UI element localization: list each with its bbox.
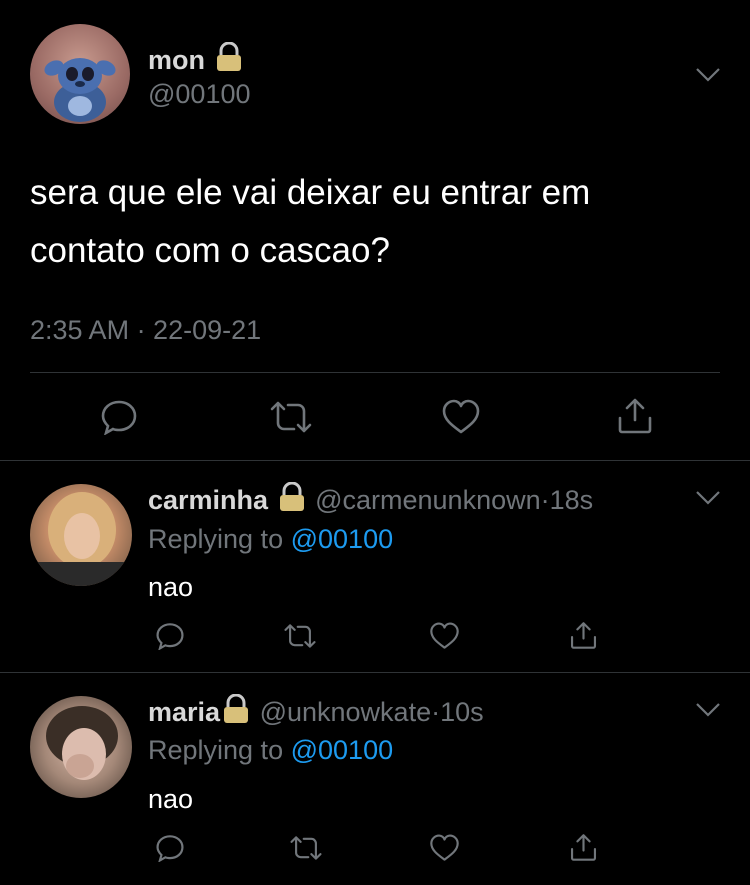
main-tweet-author[interactable]: mon	[148, 41, 245, 80]
retweet-icon	[284, 624, 316, 648]
stitch-avatar-illustration	[44, 58, 116, 122]
reply-avatar[interactable]	[30, 484, 132, 586]
replying-to-label: Replying to	[148, 524, 284, 554]
share-icon	[618, 398, 652, 434]
reply-button[interactable]	[152, 618, 188, 654]
main-tweet-timestamp[interactable]: 2:35 AM · 22-09-21	[30, 313, 261, 347]
main-tweet-divider	[30, 372, 720, 373]
replying-to-handle[interactable]: @00100	[291, 735, 394, 765]
reply-icon	[156, 835, 184, 862]
main-tweet-text: sera que ele vai deixar eu entrar em con…	[30, 164, 590, 280]
reply-icon	[101, 400, 137, 435]
chevron-down-icon[interactable]	[695, 490, 721, 506]
reply-button[interactable]	[96, 396, 142, 438]
reply-header: carminha @carmenunknown·18s	[148, 481, 594, 520]
portrait-illustration	[30, 492, 132, 586]
like-icon	[442, 399, 480, 434]
reply-icon	[156, 623, 184, 650]
like-button[interactable]	[426, 830, 462, 866]
replying-to-label: Replying to	[148, 735, 284, 765]
like-button[interactable]	[438, 396, 484, 438]
portrait-illustration	[46, 706, 118, 780]
lock-icon	[220, 693, 252, 732]
retweet-button[interactable]	[268, 396, 314, 438]
reply-time[interactable]: 18s	[550, 485, 594, 515]
retweet-icon	[290, 836, 322, 860]
like-icon	[429, 834, 459, 861]
retweet-button[interactable]	[282, 618, 318, 654]
reply-text: nao	[148, 572, 194, 602]
main-tweet-handle: @00100	[148, 79, 251, 109]
main-tweet-bottom-divider	[0, 460, 750, 461]
reply-time[interactable]: 10s	[440, 697, 484, 727]
lock-icon	[276, 481, 308, 520]
lock-icon	[213, 41, 245, 80]
reply-handle[interactable]: @carmenunknown	[315, 485, 541, 515]
share-icon	[570, 621, 596, 649]
reply-display-name[interactable]: carminha	[148, 485, 268, 515]
reply-header: maria @unknowkate·10s	[148, 693, 484, 732]
main-tweet-text-line-2: contato com o cascao?	[30, 231, 390, 270]
main-tweet-text-line-1: sera que ele vai deixar eu entrar em	[30, 173, 591, 212]
reply-display-name[interactable]: maria	[148, 697, 220, 727]
replying-to: Replying to @00100	[148, 733, 393, 767]
reply-handle[interactable]: @unknowkate	[260, 697, 432, 727]
share-button[interactable]	[565, 828, 601, 866]
reply-text: nao	[148, 784, 194, 814]
reply-button[interactable]	[152, 830, 188, 866]
share-button[interactable]	[612, 394, 658, 438]
separator-dot: ·	[540, 485, 550, 515]
reply-divider	[0, 672, 750, 673]
share-button[interactable]	[565, 616, 601, 654]
main-tweet-display-name[interactable]: mon	[148, 45, 205, 75]
replying-to-handle[interactable]: @00100	[291, 524, 394, 554]
share-icon	[570, 833, 596, 861]
chevron-down-icon[interactable]	[695, 702, 721, 718]
like-icon	[429, 622, 459, 649]
retweet-icon	[270, 401, 312, 433]
like-button[interactable]	[426, 618, 462, 654]
replying-to: Replying to @00100	[148, 522, 393, 556]
reply-avatar[interactable]	[30, 696, 132, 798]
separator-dot: ·	[431, 697, 441, 727]
retweet-button[interactable]	[288, 830, 324, 866]
chevron-down-icon[interactable]	[695, 67, 721, 83]
main-tweet-avatar[interactable]	[30, 24, 130, 124]
